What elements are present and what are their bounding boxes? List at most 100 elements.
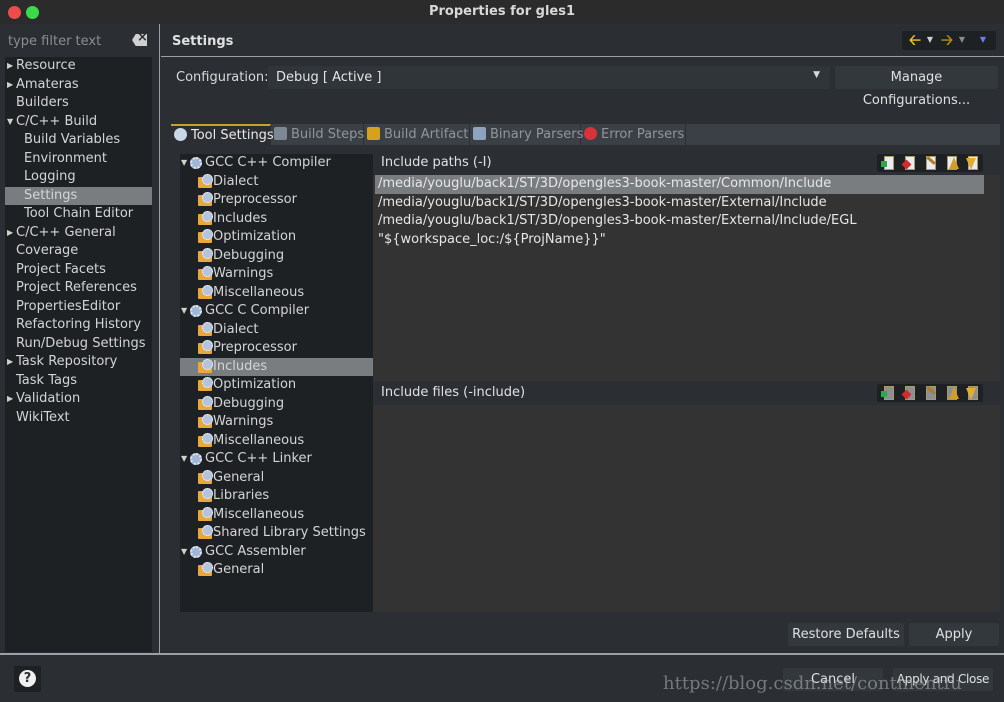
filter-input[interactable] (4, 30, 126, 52)
sidebar-item-wikitext[interactable]: WikiText (5, 409, 152, 428)
forward-dropdown-icon[interactable]: ▼ (956, 31, 968, 50)
option-item[interactable]: Debugging (180, 247, 373, 266)
include-path-item[interactable]: /media/youglu/back1/ST/3D/opengles3-book… (375, 194, 984, 213)
edit-icon[interactable] (923, 386, 937, 401)
option-item[interactable]: General (180, 469, 373, 488)
sidebar-item-propertieseditor[interactable]: PropertiesEditor (5, 298, 152, 317)
sidebar-item-amateras[interactable]: ▶ Amateras (5, 76, 152, 95)
help-button[interactable]: ? (14, 666, 41, 692)
sidebar-item-build-variables[interactable]: Build Variables (5, 131, 152, 150)
move-down-icon[interactable] (965, 156, 979, 171)
collapsed-arrow-icon[interactable]: ▶ (7, 353, 15, 372)
expanded-arrow-icon[interactable]: ▼ (181, 302, 187, 321)
edit-icon[interactable] (923, 156, 937, 171)
sidebar-item-project-references[interactable]: Project References (5, 279, 152, 298)
apply-and-close-button[interactable]: Apply and Close (893, 668, 993, 691)
option-label: Includes (213, 358, 268, 374)
option-item[interactable]: Preprocessor (180, 191, 373, 210)
sidebar-item-label: Builders (16, 95, 69, 110)
option-item[interactable]: Dialect (180, 173, 373, 192)
tab-label: Binary Parsers (490, 127, 584, 142)
option-item[interactable]: Libraries (180, 487, 373, 506)
sidebar-item-coverage[interactable]: Coverage (5, 242, 152, 261)
sidebar-item-task-repository[interactable]: ▶ Task Repository (5, 353, 152, 372)
sidebar-item-environment[interactable]: Environment (5, 150, 152, 169)
move-up-icon[interactable] (944, 386, 959, 401)
option-folder-icon (198, 210, 213, 225)
tab-label: Build Artifact (384, 127, 469, 142)
expanded-arrow-icon[interactable]: ▼ (181, 154, 187, 173)
option-item[interactable]: Debugging (180, 395, 373, 414)
option-item[interactable]: Shared Library Settings (180, 524, 373, 543)
sidebar-item-resource[interactable]: ▶ Resource (5, 57, 152, 76)
restore-defaults-button[interactable]: Restore Defaults (788, 623, 904, 646)
option-item[interactable]: Miscellaneous (180, 506, 373, 525)
option-label: Debugging (213, 395, 285, 411)
option-folder-icon (198, 525, 213, 539)
tab-build-artifact[interactable]: Build Artifact (364, 124, 470, 145)
option-item[interactable]: General (180, 561, 373, 580)
configuration-select[interactable]: Debug [ Active ] ▼ (268, 66, 830, 89)
tool-item[interactable]: ▼ GCC C++ Linker (180, 450, 373, 469)
collapsed-arrow-icon[interactable]: ▶ (7, 390, 15, 409)
sidebar-item-run-debug-settings[interactable]: Run/Debug Settings (5, 335, 152, 354)
expanded-arrow-icon[interactable]: ▼ (181, 543, 187, 562)
clear-filter-icon[interactable] (132, 34, 147, 46)
sidebar-item-task-tags[interactable]: Task Tags (5, 372, 152, 391)
sidebar-item-refactoring-history[interactable]: Refactoring History (5, 316, 152, 335)
expanded-arrow-icon[interactable]: ▼ (181, 450, 187, 469)
sidebar-item-c-c-general[interactable]: ▶ C/C++ General (5, 224, 152, 243)
arrow-right-icon[interactable]: 🡢 (938, 31, 956, 50)
option-item[interactable]: Preprocessor (180, 339, 373, 358)
option-folder-icon (198, 266, 213, 280)
option-item[interactable]: Includes (180, 210, 373, 229)
option-item[interactable]: Includes (180, 357, 373, 376)
tab-tool-settings[interactable]: Tool Settings (171, 124, 274, 145)
tool-item[interactable]: ▼ GCC C++ Compiler (180, 154, 373, 173)
option-label: Optimization (213, 377, 297, 392)
arrow-left-icon[interactable]: 🡠 (906, 31, 924, 50)
expanded-arrow-icon[interactable]: ▼ (7, 113, 15, 132)
move-down-icon[interactable] (965, 386, 979, 401)
option-label: Preprocessor (213, 192, 297, 207)
include-path-item[interactable]: /media/youglu/back1/ST/3D/opengles3-book… (375, 175, 984, 194)
sidebar-item-validation[interactable]: ▶ Validation (5, 390, 152, 409)
add-icon[interactable] (881, 156, 895, 171)
apply-button[interactable]: Apply (909, 623, 999, 646)
sidebar-item-label: Resource (16, 58, 76, 73)
add-icon[interactable] (881, 386, 895, 401)
sidebar-item-settings[interactable]: Settings (5, 186, 152, 205)
option-item[interactable]: Warnings (180, 265, 373, 284)
tool-label: GCC Assembler (205, 543, 306, 559)
sidebar-item-project-facets[interactable]: Project Facets (5, 261, 152, 280)
tab-binary-parsers[interactable]: Binary Parsers (470, 124, 584, 145)
option-item[interactable]: Warnings (180, 413, 373, 432)
tab-error-parsers[interactable]: Error Parsers (581, 124, 686, 145)
tool-item[interactable]: ▼ GCC C Compiler (180, 302, 373, 321)
cancel-button[interactable]: Cancel (783, 668, 883, 691)
option-item[interactable]: Miscellaneous (180, 432, 373, 451)
view-menu-icon[interactable]: ▼ (974, 31, 992, 50)
include-path-item[interactable]: "${workspace_loc:/${ProjName}}" (375, 231, 984, 250)
sidebar-item-logging[interactable]: Logging (5, 168, 152, 187)
sidebar-item-tool-chain-editor[interactable]: Tool Chain Editor (5, 205, 152, 224)
option-item[interactable]: Dialect (180, 321, 373, 340)
option-item[interactable]: Optimization (180, 376, 373, 395)
option-item[interactable]: Optimization (180, 228, 373, 247)
manage-configurations-button[interactable]: Manage Configurations... (835, 66, 998, 108)
back-dropdown-icon[interactable]: ▼ (924, 31, 936, 50)
dialog-footer: ? Cancel Apply and Close https://blog.cs… (0, 653, 1004, 702)
delete-icon[interactable] (901, 386, 916, 401)
tab-build-steps[interactable]: Build Steps (271, 124, 364, 145)
sidebar-item-builders[interactable]: Builders (5, 94, 152, 113)
collapsed-arrow-icon[interactable]: ▶ (7, 224, 15, 243)
delete-icon[interactable] (901, 156, 916, 171)
option-item[interactable]: Miscellaneous (180, 284, 373, 303)
sidebar-item-c-c-build[interactable]: ▼ C/C++ Build (5, 113, 152, 132)
include-path-item[interactable]: /media/youglu/back1/ST/3D/opengles3-book… (375, 212, 984, 231)
tool-item[interactable]: ▼ GCC Assembler (180, 543, 373, 562)
collapsed-arrow-icon[interactable]: ▶ (7, 57, 15, 76)
move-up-icon[interactable] (944, 156, 959, 171)
include-paths-list[interactable]: /media/youglu/back1/ST/3D/opengles3-book… (375, 175, 984, 249)
collapsed-arrow-icon[interactable]: ▶ (7, 76, 15, 95)
